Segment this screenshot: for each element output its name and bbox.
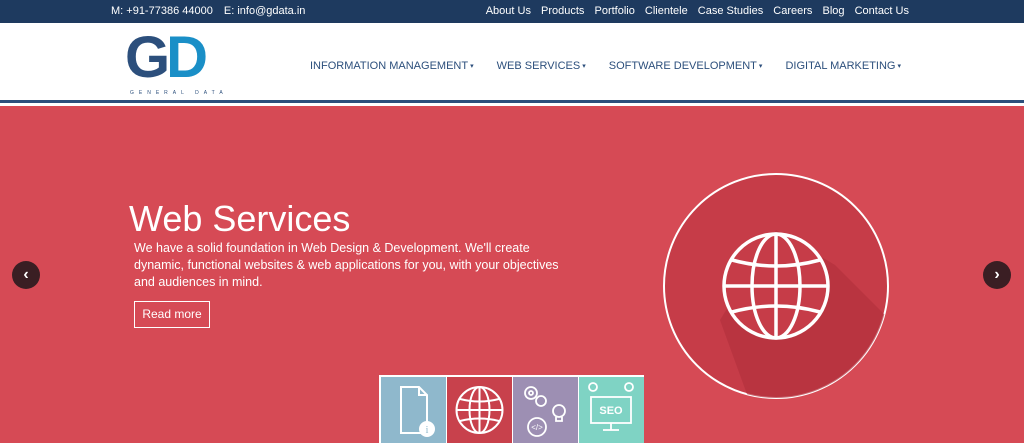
thumb-web-services[interactable] [447, 377, 512, 443]
logo[interactable]: GD GENERAL DATA [125, 29, 223, 99]
top-bar: M: +91-77386 44000 E: info@gdata.in Abou… [0, 0, 1024, 23]
hero-globe-icon [660, 170, 892, 402]
nav-item-label: INFORMATION MANAGEMENT [310, 60, 469, 72]
next-slide-button[interactable]: › [983, 261, 1011, 289]
top-link-blog[interactable]: Blog [822, 5, 844, 17]
top-link-products[interactable]: Products [541, 5, 584, 17]
globe-icon [447, 377, 512, 443]
logo-g: G [125, 25, 170, 90]
site-header: GD GENERAL DATA INFORMATION MANAGEMENT ▾ … [0, 23, 1024, 103]
caret-down-icon: ▾ [897, 63, 901, 70]
logo-mark: GD [125, 29, 221, 87]
contact-info: M: +91-77386 44000 E: info@gdata.in [111, 5, 313, 17]
thumb-information-management[interactable]: i [381, 377, 446, 443]
nav-item-label: DIGITAL MARKETING [785, 60, 896, 72]
nav-item-label: WEB SERVICES [496, 60, 581, 72]
hero-description: We have a solid foundation in Web Design… [134, 241, 559, 289]
top-link-about-us[interactable]: About Us [486, 5, 531, 17]
hero-title: Web Services [129, 198, 351, 239]
top-link-clientele[interactable]: Clientele [645, 5, 688, 17]
seo-label: SEO [599, 405, 623, 417]
prev-slide-button[interactable]: ‹ [12, 261, 40, 289]
caret-down-icon: ▾ [470, 63, 474, 70]
svg-text:</>: </> [531, 423, 543, 432]
top-links: About Us Products Portfolio Clientele Ca… [479, 5, 909, 17]
caret-down-icon: ▾ [582, 63, 586, 70]
phone-number[interactable]: M: +91-77386 44000 [111, 5, 213, 17]
seo-monitor-icon: SEO [579, 377, 644, 443]
nav-item-information-management[interactable]: INFORMATION MANAGEMENT ▾ [310, 60, 474, 72]
top-link-careers[interactable]: Careers [773, 5, 812, 17]
hero-slider: Web Services We have a solid foundation … [0, 106, 1024, 443]
read-more-button[interactable]: Read more [134, 301, 210, 328]
main-nav: INFORMATION MANAGEMENT ▾ WEB SERVICES ▾ SO… [290, 60, 901, 72]
nav-item-label: SOFTWARE DEVELOPMENT [608, 60, 757, 72]
gears-code-icon: </> [513, 377, 578, 443]
logo-tagline: GENERAL DATA [130, 90, 228, 96]
top-link-contact-us[interactable]: Contact Us [855, 5, 909, 17]
thumb-software-development[interactable]: </> [513, 377, 578, 443]
slide-thumbnails: i </> SEO [379, 375, 644, 443]
document-info-icon: i [381, 377, 446, 443]
logo-d: D [166, 25, 208, 90]
email-address[interactable]: E: info@gdata.in [224, 5, 306, 17]
thumb-digital-marketing[interactable]: SEO [579, 377, 644, 443]
top-link-case-studies[interactable]: Case Studies [698, 5, 763, 17]
nav-item-web-services[interactable]: WEB SERVICES ▾ [497, 60, 586, 72]
nav-item-digital-marketing[interactable]: DIGITAL MARKETING ▾ [785, 60, 901, 72]
nav-item-software-development[interactable]: SOFTWARE DEVELOPMENT ▾ [609, 60, 763, 72]
top-link-portfolio[interactable]: Portfolio [595, 5, 635, 17]
caret-down-icon: ▾ [758, 63, 763, 70]
svg-text:i: i [426, 425, 429, 436]
